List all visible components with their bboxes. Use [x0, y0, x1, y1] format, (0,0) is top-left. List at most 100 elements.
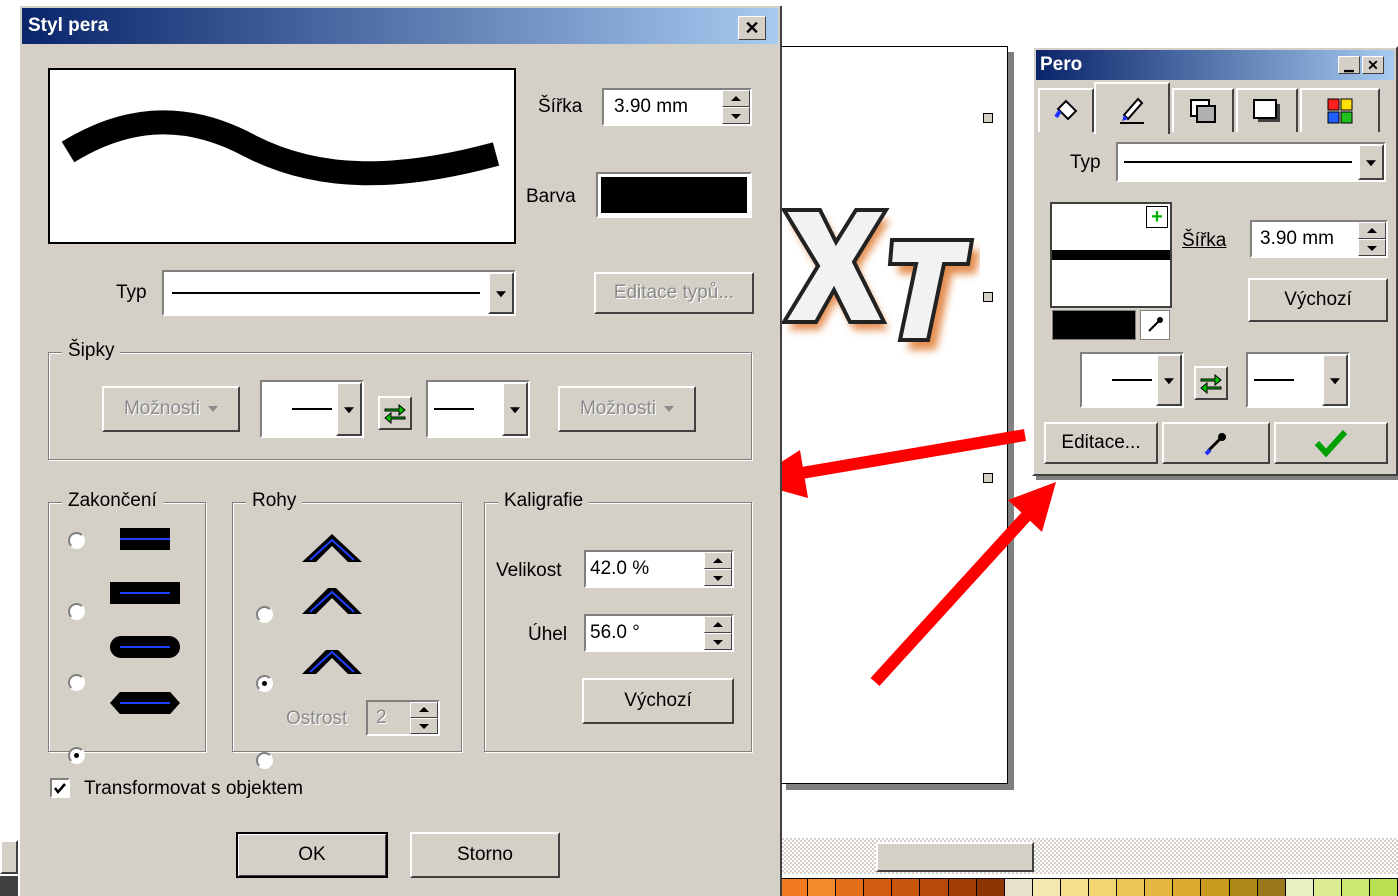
spin-up-icon[interactable]: [1358, 222, 1386, 239]
spin-down-icon[interactable]: [704, 569, 732, 586]
panel-stroke-preview[interactable]: +: [1050, 202, 1172, 308]
palette-swatch[interactable]: [836, 879, 865, 896]
arrow-options-right-button[interactable]: Možnosti: [558, 386, 696, 432]
calligraphy-angle-spinner[interactable]: [704, 616, 732, 650]
panel-type-label: Typ: [1070, 152, 1101, 173]
palette-swatch[interactable]: [1201, 879, 1230, 896]
spin-up-icon[interactable]: [704, 616, 732, 633]
panel-width-spinner[interactable]: [1358, 222, 1386, 256]
panel-swap-arrows-button[interactable]: [1194, 366, 1228, 400]
palette-swatch[interactable]: [1145, 879, 1174, 896]
palette-swatch[interactable]: [1229, 879, 1258, 896]
calligraphy-size-spinner[interactable]: [704, 552, 732, 586]
chevron-down-icon[interactable]: [1358, 144, 1384, 180]
palette-swatch[interactable]: [1004, 879, 1033, 896]
window-edge-dark: [0, 876, 18, 896]
panel-default-button[interactable]: Výchozí: [1248, 278, 1388, 322]
transform-checkbox[interactable]: [50, 778, 70, 798]
dialog-titlebar[interactable]: Styl pera: [22, 8, 778, 44]
arrow-end-dropdown[interactable]: [426, 380, 530, 438]
sharpness-field[interactable]: 2: [366, 700, 440, 736]
line-type-dropdown[interactable]: [162, 270, 516, 316]
panel-tab-transparency[interactable]: [1172, 88, 1234, 132]
panel-arrow-start-dropdown[interactable]: [1080, 352, 1184, 408]
color-label: Barva: [526, 186, 576, 207]
sharpness-spinner[interactable]: [410, 702, 438, 734]
chevron-down-icon[interactable]: [1322, 354, 1348, 406]
spin-up-icon[interactable]: [722, 90, 750, 107]
arrow-start-dropdown[interactable]: [260, 380, 364, 438]
cap-radio-round[interactable]: [68, 674, 85, 691]
palette-swatch[interactable]: [1313, 879, 1342, 896]
chevron-down-icon[interactable]: [488, 272, 514, 314]
scrollbar-thumb[interactable]: [876, 842, 1034, 872]
canvas-text-artwork: [780, 208, 980, 350]
horizontal-scrollbar[interactable]: [780, 838, 1398, 874]
ok-button[interactable]: OK: [236, 832, 388, 878]
palette-swatch[interactable]: [1341, 879, 1370, 896]
corner-radio-miter[interactable]: [256, 606, 273, 623]
palette-swatch[interactable]: [808, 879, 837, 896]
palette-swatch[interactable]: [1369, 879, 1398, 896]
panel-width-field[interactable]: 3.90 mm: [1250, 220, 1388, 258]
cap-radio-square[interactable]: [68, 603, 85, 620]
selection-handle[interactable]: [983, 292, 993, 302]
palette-swatch[interactable]: [1060, 879, 1090, 896]
spin-down-icon[interactable]: [704, 633, 732, 650]
cap-radio-butt[interactable]: [68, 532, 85, 549]
palette-swatch[interactable]: [1089, 879, 1118, 896]
calligraphy-default-button[interactable]: Výchozí: [582, 678, 734, 724]
dialog-close-button[interactable]: ✕: [738, 16, 766, 40]
panel-arrow-end-dropdown[interactable]: [1246, 352, 1350, 408]
chevron-down-icon[interactable]: [1156, 354, 1182, 406]
panel-minimize-button[interactable]: ▁: [1338, 56, 1360, 74]
panel-color-swatch[interactable]: [1052, 310, 1136, 340]
eyedropper-icon[interactable]: [1140, 310, 1170, 340]
calligraphy-angle-field[interactable]: 56.0 °: [584, 614, 734, 652]
palette-swatch[interactable]: [780, 879, 809, 896]
solid-line-icon: [1124, 161, 1352, 163]
panel-close-button[interactable]: ✕: [1362, 56, 1384, 74]
cancel-button[interactable]: Storno: [410, 832, 560, 878]
panel-apply-button[interactable]: [1274, 422, 1388, 464]
add-icon[interactable]: +: [1146, 206, 1168, 228]
panel-edit-button[interactable]: Editace...: [1044, 422, 1158, 464]
spin-down-icon[interactable]: [722, 107, 750, 124]
palette-swatch[interactable]: [1117, 879, 1146, 896]
panel-line-type-dropdown[interactable]: [1116, 142, 1386, 182]
selection-handle[interactable]: [983, 113, 993, 123]
palette-swatch[interactable]: [948, 879, 977, 896]
calligraphy-size-field[interactable]: 42.0 %: [584, 550, 734, 588]
arrow-options-left-button[interactable]: Možnosti: [102, 386, 240, 432]
spin-up-icon[interactable]: [410, 702, 438, 718]
panel-eyedropper-button[interactable]: [1162, 422, 1270, 464]
palette-swatch[interactable]: [1285, 879, 1314, 896]
palette-swatch[interactable]: [1173, 879, 1202, 896]
stroke-preview-line: [1052, 250, 1170, 260]
color-swatch: [601, 177, 747, 213]
palette-swatch[interactable]: [1257, 879, 1286, 896]
chevron-down-icon[interactable]: [502, 382, 528, 436]
spin-down-icon[interactable]: [1358, 239, 1386, 256]
corner-radio-round[interactable]: [256, 675, 273, 692]
palette-swatch[interactable]: [864, 879, 893, 896]
palette-swatch[interactable]: [920, 879, 949, 896]
palette-swatch[interactable]: [976, 879, 1005, 896]
palette-swatch[interactable]: [892, 879, 921, 896]
width-field[interactable]: 3.90 mm: [602, 88, 752, 126]
color-swatch-button[interactable]: [596, 172, 752, 218]
edit-types-button[interactable]: Editace typů...: [594, 272, 754, 314]
palette-swatch[interactable]: [1032, 879, 1061, 896]
dialog-title: Styl pera: [28, 15, 109, 36]
spin-up-icon[interactable]: [704, 552, 732, 569]
panel-tab-fill[interactable]: [1038, 88, 1094, 132]
chevron-down-icon[interactable]: [336, 382, 362, 436]
cap-radio-triangle[interactable]: [68, 747, 85, 764]
swap-arrows-button[interactable]: [378, 396, 412, 430]
panel-tab-pen[interactable]: [1094, 82, 1170, 134]
corner-radio-bevel[interactable]: [256, 752, 273, 769]
spin-down-icon[interactable]: [410, 718, 438, 734]
panel-tab-palette[interactable]: [1300, 88, 1380, 132]
panel-tab-shadow[interactable]: [1236, 88, 1298, 132]
width-spinner[interactable]: [722, 90, 750, 124]
